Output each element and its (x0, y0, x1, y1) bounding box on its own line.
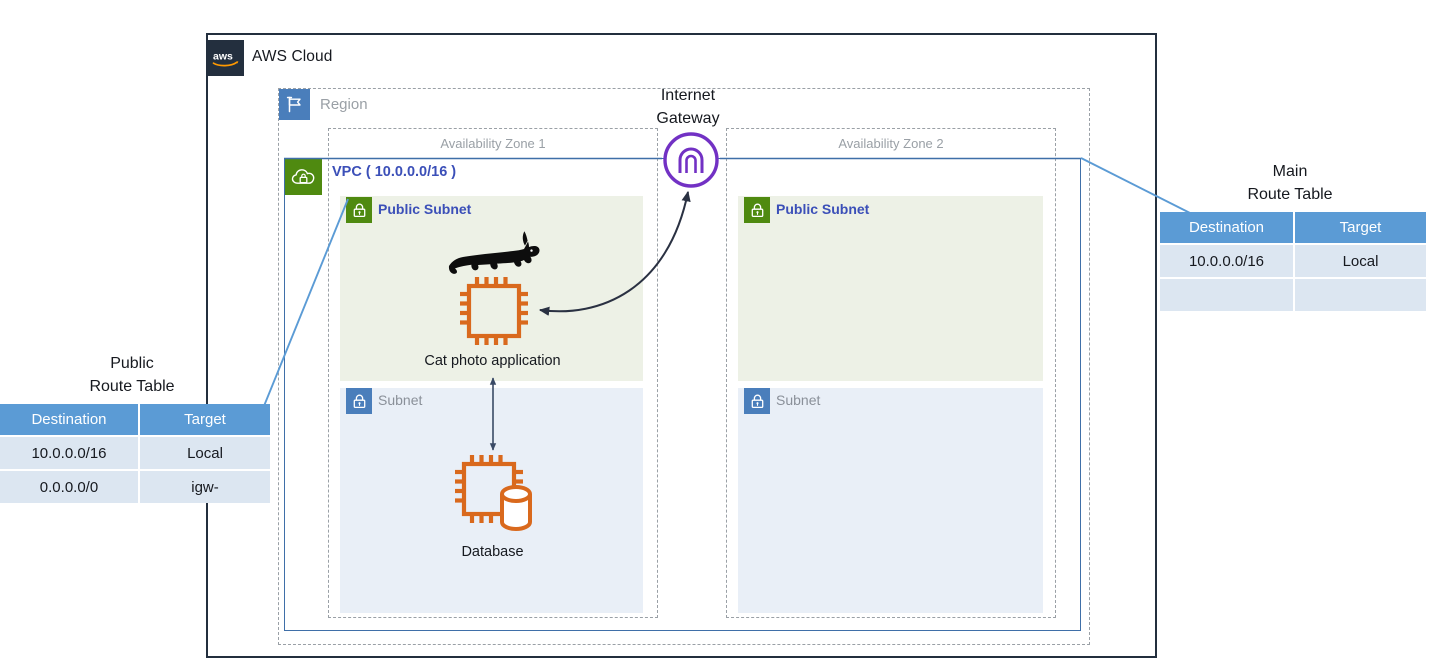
az2-public-subnet-lock-icon (744, 197, 770, 223)
table-row: 0.0.0.0/0 igw- (0, 469, 270, 503)
table-row: 10.0.0.0/16 Local (0, 435, 270, 470)
main-route-table-title: Main Route Table (1160, 160, 1420, 206)
table-row: 10.0.0.0/16 Local (1160, 243, 1426, 278)
main-route-table-title-line1: Main (1272, 163, 1308, 180)
public-route-table-title-line1: Public (110, 355, 154, 372)
public-route-table-grid: Destination Target 10.0.0.0/16 Local 0.0… (0, 404, 270, 503)
az1-public-subnet-lock-icon (346, 197, 372, 223)
public-route-table-title: Public Route Table (0, 352, 264, 398)
main-rt-r1-target (1294, 277, 1426, 311)
main-route-table-grid: Destination Target 10.0.0.0/16 Local (1160, 212, 1426, 311)
main-rt-col-target: Target (1294, 212, 1426, 244)
aws-architecture-diagram: aws AWS Cloud Region Availability Zone 1… (0, 0, 1432, 670)
cat-photo-application-label: Cat photo application (424, 353, 561, 369)
internet-gateway-icon (662, 131, 720, 189)
vpc-cloud-lock-icon (285, 158, 322, 195)
internet-gateway-label-line2: Gateway (656, 110, 720, 128)
table-header-row: Destination Target (0, 404, 270, 436)
az1-private-subnet-lock-icon (346, 388, 372, 414)
main-route-table: Destination Target 10.0.0.0/16 Local (1160, 212, 1426, 311)
main-rt-r0-target: Local (1294, 243, 1426, 278)
az1-private-subnet-label: Subnet (378, 392, 423, 408)
running-cat-icon (443, 230, 543, 274)
internet-gateway-label-line1: Internet (660, 87, 716, 104)
database-instance-icon (452, 452, 540, 536)
aws-cloud-label: AWS Cloud (252, 48, 333, 65)
public-rt-r0-target: Local (139, 435, 270, 470)
table-header-row: Destination Target (1160, 212, 1426, 244)
vpc-label: VPC ( 10.0.0.0/16 ) (332, 164, 457, 180)
table-row (1160, 277, 1426, 311)
public-rt-col-destination: Destination (0, 404, 140, 436)
ec2-instance-icon (455, 272, 533, 350)
database-label: Database (461, 544, 524, 560)
svg-text:aws: aws (213, 51, 233, 63)
az2-public-subnet-label: Public Subnet (776, 201, 870, 217)
region-flag-icon (279, 89, 310, 120)
aws-logo-icon: aws (208, 40, 244, 76)
az2-private-subnet-lock-icon (744, 388, 770, 414)
public-rt-r1-target: igw- (139, 469, 270, 503)
az2-private-subnet-label: Subnet (776, 392, 821, 408)
main-rt-col-destination: Destination (1160, 212, 1295, 244)
public-route-table-title-line2: Route Table (89, 378, 175, 396)
internet-gateway-label: Internet Gateway (610, 84, 766, 130)
main-route-table-title-line2: Route Table (1247, 186, 1333, 204)
az1-public-subnet-label: Public Subnet (378, 201, 472, 217)
public-rt-r0-destination: 10.0.0.0/16 (0, 435, 140, 470)
public-route-table: Destination Target 10.0.0.0/16 Local 0.0… (0, 404, 270, 503)
availability-zone-1-label: Availability Zone 1 (440, 136, 546, 151)
availability-zone-2-label: Availability Zone 2 (838, 136, 944, 151)
main-rt-r0-destination: 10.0.0.0/16 (1160, 243, 1295, 278)
main-rt-r1-destination (1160, 277, 1295, 311)
public-rt-col-target: Target (139, 404, 270, 436)
region-label: Region (320, 96, 368, 113)
public-rt-r1-destination: 0.0.0.0/0 (0, 469, 140, 503)
